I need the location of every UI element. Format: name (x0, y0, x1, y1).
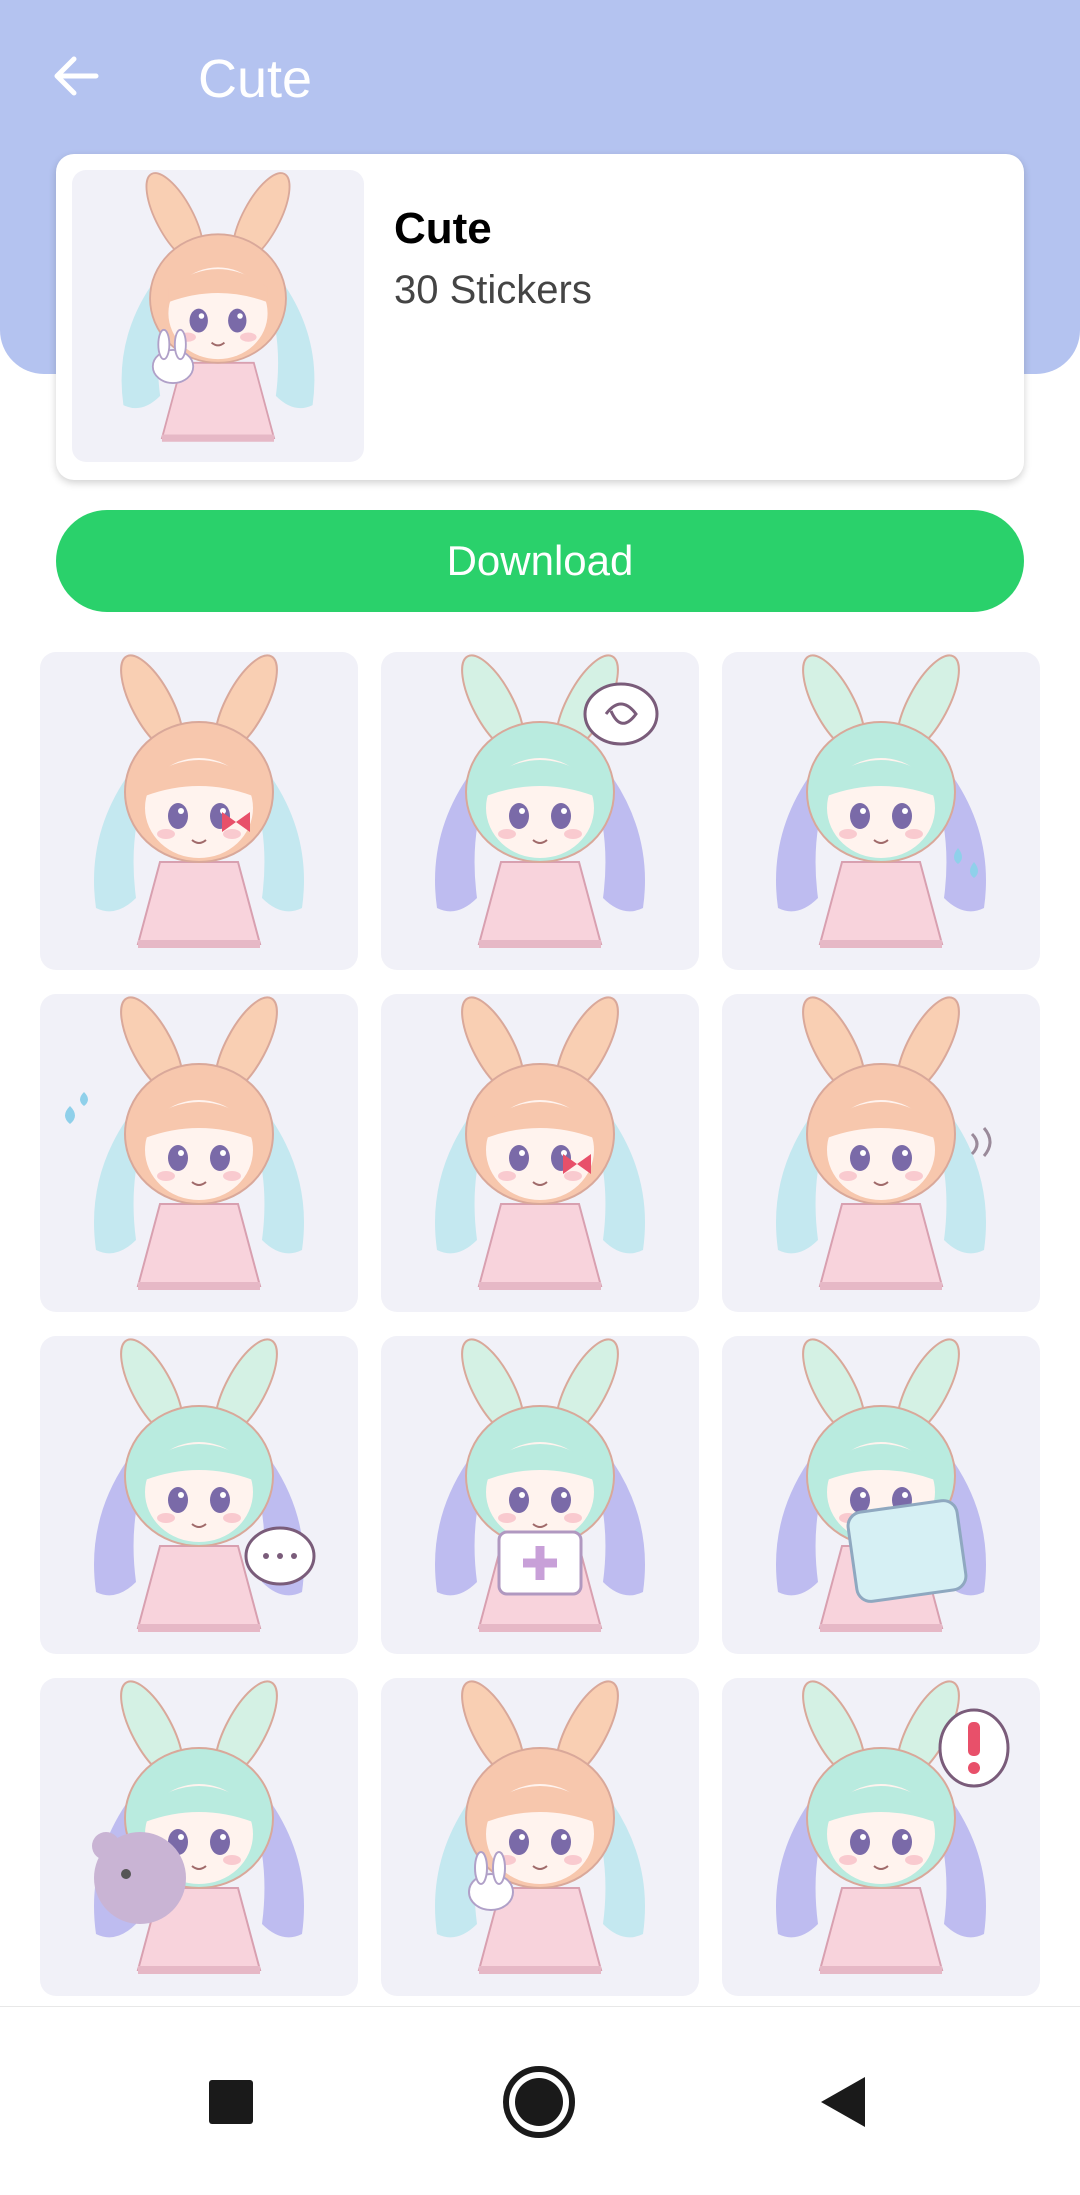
sticker-10[interactable] (40, 1678, 358, 1996)
sticker-3[interactable] (722, 652, 1040, 970)
arrow-left-icon (54, 56, 99, 96)
sticker-6[interactable] (722, 994, 1040, 1312)
sticker-9[interactable] (722, 1336, 1040, 1654)
circle-icon (503, 2066, 575, 2138)
pack-name: Cute (394, 204, 492, 253)
recent-apps-button[interactable] (186, 2057, 276, 2147)
pack-info-card: Cute 30 Stickers (56, 154, 1024, 480)
triangle-back-icon (821, 2077, 865, 2127)
sticker-11[interactable] (381, 1678, 699, 1996)
sticker-4[interactable] (40, 994, 358, 1312)
back-button[interactable] (38, 38, 114, 114)
sticker-8[interactable] (381, 1336, 699, 1654)
square-icon (209, 2080, 253, 2124)
system-navigation-bar (0, 2006, 1080, 2195)
sticker-7[interactable] (40, 1336, 358, 1654)
sticker-pack-screen: Cute Cute 30 Stickers Download (0, 0, 1080, 2195)
system-back-button[interactable] (798, 2057, 888, 2147)
sticker-2[interactable] (381, 652, 699, 970)
sticker-1[interactable] (40, 652, 358, 970)
page-title: Cute (198, 49, 313, 109)
sticker-count: 30 Stickers (394, 268, 592, 312)
sticker-5[interactable] (381, 994, 699, 1312)
home-button[interactable] (494, 2057, 584, 2147)
sticker-12[interactable] (722, 1678, 1040, 1996)
pack-thumbnail (72, 170, 364, 462)
sticker-grid (40, 652, 1040, 1996)
download-button[interactable]: Download (56, 510, 1024, 612)
